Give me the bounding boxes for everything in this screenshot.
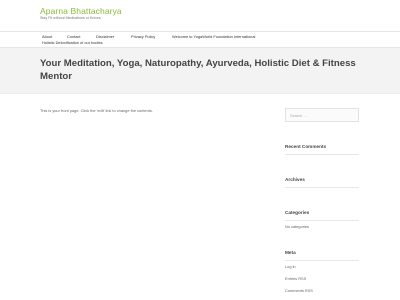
main-navigation: About Contact Disclaimer Privacy Policy …: [0, 31, 400, 48]
meta-link-log-in[interactable]: Log in: [285, 264, 296, 269]
nav-item-welcome-yogaworld[interactable]: Welcome to YogaWorld Foundation Internat…: [172, 34, 255, 39]
recent-comments-divider: [285, 154, 359, 155]
search-input[interactable]: [285, 108, 359, 122]
page-content-text: This is your front page. Click the 'edit…: [40, 108, 153, 113]
site-tagline: Stay Fit without Medications or Knives: [40, 16, 101, 20]
site-title[interactable]: Aparna Bhattacharya: [40, 6, 122, 16]
categories-title: Categories: [285, 210, 310, 215]
site-header: Aparna Bhattacharya Stay Fit without Med…: [0, 0, 400, 31]
nav-item-privacy-policy[interactable]: Privacy Policy: [131, 34, 155, 39]
archives-divider: [285, 187, 359, 188]
archives-title: Archives: [285, 177, 305, 182]
page-title: Your Meditation, Yoga, Naturopathy, Ayur…: [40, 58, 356, 82]
categories-divider: [285, 220, 359, 221]
categories-empty-text: No categories: [285, 224, 310, 229]
meta-divider: [285, 260, 359, 261]
meta-link-comments-rss[interactable]: Comments RSS: [285, 288, 313, 293]
recent-comments-title: Recent Comments: [285, 144, 327, 149]
page-hero: Your Meditation, Yoga, Naturopathy, Ayur…: [0, 48, 400, 94]
nav-item-holistic-detox[interactable]: Holistic Detoxification of our bodies: [42, 40, 103, 45]
meta-link-entries-rss[interactable]: Entries RSS: [285, 276, 306, 281]
meta-title: Meta: [285, 250, 296, 255]
